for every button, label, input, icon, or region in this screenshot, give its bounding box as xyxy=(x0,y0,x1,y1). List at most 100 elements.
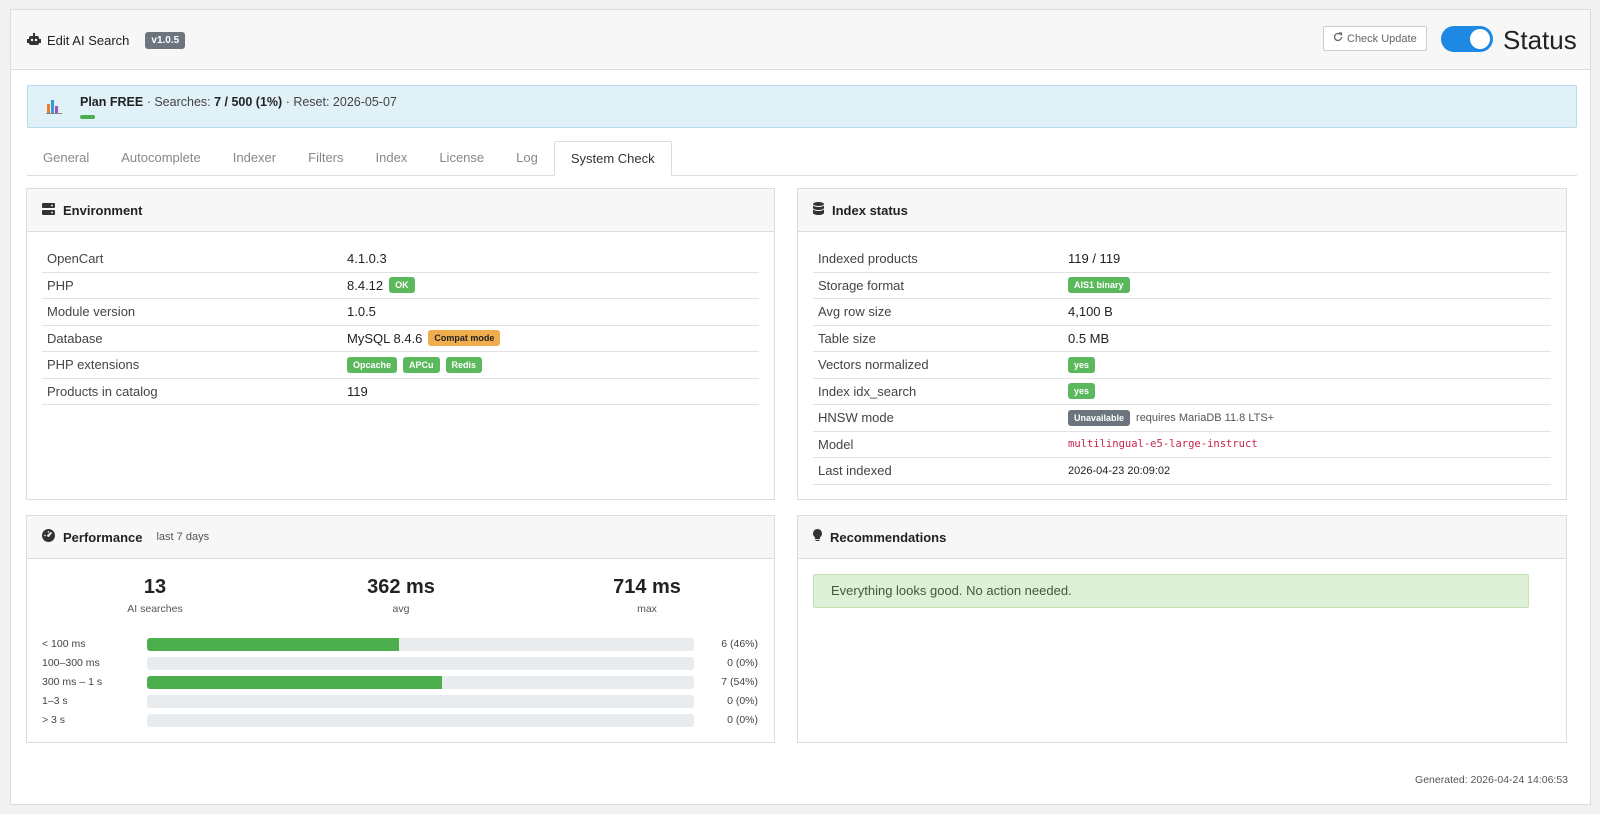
env-value: 4.1.0.3 xyxy=(347,251,387,267)
index-key: Table size xyxy=(818,330,876,346)
check-update-button[interactable]: Check Update xyxy=(1323,26,1427,51)
env-value: 1.0.5 xyxy=(347,304,376,320)
tab-log[interactable]: Log xyxy=(500,141,554,175)
table-row: Database MySQL 8.4.6 Compat mode xyxy=(42,326,759,352)
histogram-track xyxy=(147,676,694,689)
page-header: Edit AI Search v1.0.5 Check Update Statu… xyxy=(11,10,1590,70)
server-icon xyxy=(42,202,55,218)
recommendations-title: Recommendations xyxy=(830,529,947,545)
index-key: Index idx_search xyxy=(818,383,917,399)
usage-progress-bar xyxy=(80,115,95,119)
histogram-bar xyxy=(147,638,399,651)
tab-index[interactable]: Index xyxy=(360,141,424,175)
performance-panel: Performance last 7 days 13 AI searches 3… xyxy=(26,515,775,743)
index-key: Storage format xyxy=(818,277,904,293)
index-key: Avg row size xyxy=(818,304,892,320)
env-key: Products in catalog xyxy=(47,383,158,399)
plan-banner: Plan FREE · Searches: 7 / 500 (1%) · Res… xyxy=(27,85,1577,128)
histogram-row: > 3 s 0 (0%) xyxy=(42,711,758,730)
histogram-label: 300 ms – 1 s xyxy=(42,676,103,688)
table-row: HNSW mode Unavailable requires MariaDB 1… xyxy=(813,405,1551,432)
status-label: Status xyxy=(1503,25,1577,55)
refresh-icon xyxy=(1333,32,1343,45)
histogram-track xyxy=(147,695,694,708)
table-row: PHP 8.4.12 OK xyxy=(42,273,759,299)
database-icon xyxy=(813,202,824,218)
extension-badge: APCu xyxy=(403,356,440,373)
tab-license[interactable]: License xyxy=(423,141,500,175)
stat-label: avg xyxy=(392,603,410,615)
index-status-header: Index status xyxy=(798,189,1566,232)
recommendations-header: Recommendations xyxy=(798,516,1566,559)
histogram-value: 0 (0%) xyxy=(727,695,758,707)
env-key: OpenCart xyxy=(47,251,104,267)
version-badge: v1.0.5 xyxy=(145,32,186,49)
index-value: 2026-04-23 20:09:02 xyxy=(1068,464,1171,477)
stat-value: 714 ms xyxy=(613,576,681,598)
stat-value: 362 ms xyxy=(367,576,435,598)
histogram-row: 100–300 ms 0 (0%) xyxy=(42,654,758,673)
table-row: Index idx_search yes xyxy=(813,379,1551,405)
histogram-row: 300 ms – 1 s 7 (54%) xyxy=(42,673,758,692)
storage-format-badge: AIS1 binary xyxy=(1068,277,1130,294)
stat-avg: 362 ms avg xyxy=(301,576,501,615)
bar-chart-icon xyxy=(46,98,62,117)
histogram-track xyxy=(147,638,694,651)
env-value: 119 xyxy=(347,383,368,399)
tab-indexer[interactable]: Indexer xyxy=(217,141,292,175)
index-value: 0.5 MB xyxy=(1068,330,1110,346)
status-toggle[interactable] xyxy=(1441,26,1493,52)
lightbulb-icon xyxy=(813,529,822,545)
tab-bar: General Autocomplete Indexer Filters Ind… xyxy=(27,141,1577,176)
php-ok-badge: OK xyxy=(389,277,415,294)
index-status-table: Indexed products 119 / 119 Storage forma… xyxy=(813,246,1551,485)
histogram-value: 0 (0%) xyxy=(727,714,758,726)
env-key: PHP xyxy=(47,277,74,293)
robot-icon xyxy=(27,32,41,49)
table-row: PHP extensions Opcache APCu Redis xyxy=(42,352,759,379)
dashboard-icon xyxy=(42,529,55,545)
page-title-text: Edit AI Search xyxy=(47,33,130,48)
stat-max: 714 ms max xyxy=(547,576,747,615)
histogram-track xyxy=(147,714,694,727)
table-row: Avg row size 4,100 B xyxy=(813,299,1551,326)
index-key: Last indexed xyxy=(818,463,892,479)
environment-title: Environment xyxy=(63,202,143,218)
extension-badge: Opcache xyxy=(347,356,398,373)
plan-name: Plan FREE xyxy=(80,95,144,109)
index-key: Indexed products xyxy=(818,251,918,267)
histogram-label: > 3 s xyxy=(42,714,66,726)
tab-filters[interactable]: Filters xyxy=(292,141,359,175)
histogram-track xyxy=(147,657,694,670)
env-value: 8.4.12 xyxy=(347,277,384,293)
performance-title: Performance xyxy=(63,529,143,545)
stat-value: 13 xyxy=(143,576,167,598)
hnsw-note: requires MariaDB 11.8 LTS+ xyxy=(1136,411,1275,424)
extension-badge: Redis xyxy=(445,356,483,373)
success-alert: Everything looks good. No action needed. xyxy=(813,574,1529,608)
tab-general[interactable]: General xyxy=(27,141,105,175)
histogram-row: 1–3 s 0 (0%) xyxy=(42,692,758,711)
performance-header: Performance last 7 days xyxy=(27,516,774,559)
hnsw-unavailable-badge: Unavailable xyxy=(1068,409,1131,426)
histogram-value: 0 (0%) xyxy=(727,657,758,669)
tab-system-check[interactable]: System Check xyxy=(553,141,672,176)
table-row: Indexed products 119 / 119 xyxy=(813,246,1551,273)
performance-subtitle: last 7 days xyxy=(156,531,210,543)
tab-autocomplete[interactable]: Autocomplete xyxy=(105,141,217,175)
searches-prefix: Searches: xyxy=(154,95,211,109)
histogram-value: 7 (54%) xyxy=(721,676,758,688)
env-key: Database xyxy=(47,330,103,346)
index-key: Vectors normalized xyxy=(818,357,929,373)
table-row: Model multilingual-e5-large-instruct xyxy=(813,432,1551,458)
index-status-title: Index status xyxy=(832,202,908,218)
compat-mode-badge: Compat mode xyxy=(428,330,501,347)
table-row: Vectors normalized yes xyxy=(813,352,1551,379)
vectors-normalized-badge: yes xyxy=(1068,356,1096,373)
environment-panel: Environment OpenCart 4.1.0.3 PHP 8.4.12 … xyxy=(26,188,775,500)
index-status-panel: Index status Indexed products 119 / 119 … xyxy=(797,188,1567,500)
stat-searches: 13 AI searches xyxy=(55,576,255,615)
env-value: MySQL 8.4.6 xyxy=(347,330,423,346)
histogram-label: 100–300 ms xyxy=(42,657,100,669)
plan-summary: Plan FREE · Searches: 7 / 500 (1%) · Res… xyxy=(80,95,397,109)
